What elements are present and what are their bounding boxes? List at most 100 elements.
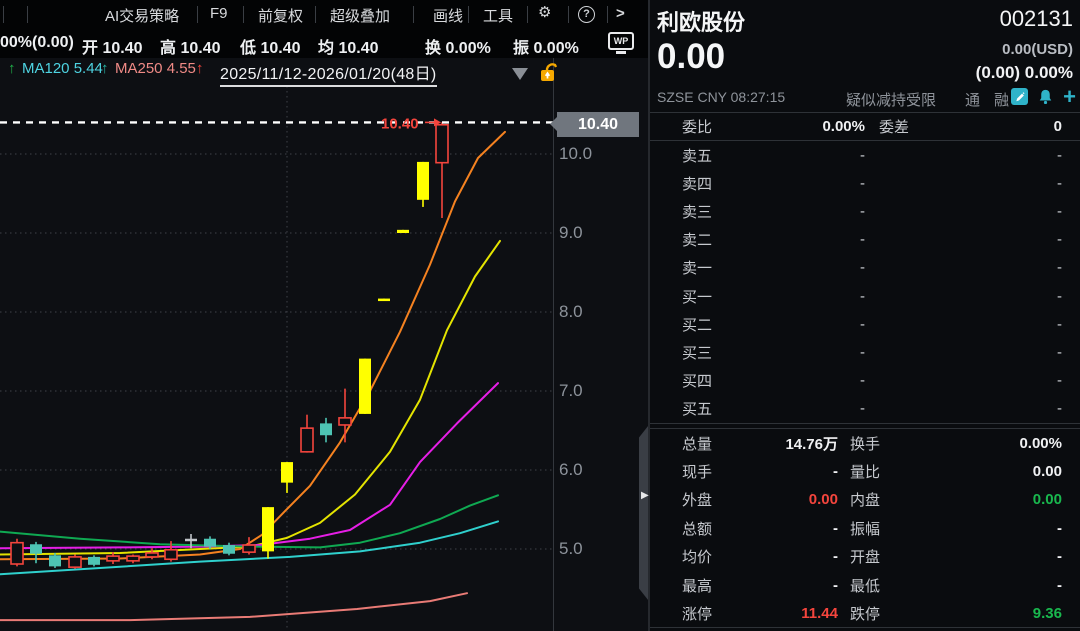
ask-row[interactable]: 卖三 - - [650, 197, 1080, 225]
tab-super-overlay[interactable]: 超级叠加 [330, 5, 390, 26]
weibi-label: 委比 [682, 116, 752, 137]
level-volume: - [865, 259, 1062, 276]
stat-row: 最高 - 最低 - [650, 571, 1080, 599]
restriction-tag: 疑似减持受限 [846, 89, 936, 110]
stat-row: 总量 14.76万 换手 0.00% [650, 429, 1080, 457]
y-axis-tick: 7.0 [559, 381, 583, 401]
stat-label: 总额 [682, 518, 752, 539]
weibi-row: 委比 0.00% 委差 0 [650, 112, 1080, 141]
bell-alert-icon[interactable] [1038, 89, 1053, 105]
weicha-value: 0 [909, 118, 1062, 135]
level-label: 卖二 [682, 229, 752, 250]
stat-value: - [920, 548, 1062, 565]
bid-row[interactable]: 买五 - - [650, 395, 1080, 423]
tab-forward-adjust[interactable]: 前复权 [258, 5, 303, 26]
ask-row[interactable]: 卖一 - - [650, 254, 1080, 282]
level-price: - [752, 231, 865, 248]
stat-row: 涨停 11.44 跌停 9.36 [650, 599, 1080, 627]
wp-monitor-icon[interactable]: WP [608, 32, 634, 50]
bid-row[interactable]: 买三 - - [650, 338, 1080, 366]
stat-value: 0.00% [920, 435, 1062, 452]
weicha-label: 委差 [879, 116, 909, 137]
stat-label: 现手 [682, 461, 752, 482]
gear-icon[interactable]: ⚙ [538, 3, 551, 21]
panel-expand-arrow-icon[interactable]: ▶ [641, 490, 649, 501]
tab-f9[interactable]: F9 [210, 5, 228, 22]
level-volume: - [865, 147, 1062, 164]
stat-label: 振幅 [850, 518, 920, 539]
stat-value: 9.36 [920, 605, 1062, 622]
level-label: 卖三 [682, 201, 752, 222]
add-plus-icon[interactable]: + [1063, 89, 1076, 105]
level-label: 卖四 [682, 173, 752, 194]
chevron-right-icon[interactable]: > [616, 5, 625, 22]
level-label: 买一 [682, 286, 752, 307]
help-icon[interactable]: ? [578, 6, 595, 23]
level-volume: - [865, 288, 1062, 305]
current-price-badge: 10.40 [557, 112, 639, 137]
candlestick-chart[interactable]: 10.40 [0, 58, 553, 631]
bid-row[interactable]: 买二 - - [650, 310, 1080, 338]
stat-value: - [752, 577, 838, 594]
level-price: - [752, 175, 865, 192]
quote-turnover: 换 0.00% [425, 34, 491, 58]
ask-levels: 卖五 - -卖四 - -卖三 - -卖二 - -卖一 - - [650, 141, 1080, 282]
level-label: 买三 [682, 342, 752, 363]
chart-section: AI交易策略 F9 前复权 超级叠加 画线 工具 ⚙ ? > 00%(0.00)… [0, 0, 648, 631]
stat-value: - [752, 520, 838, 537]
level-price: - [752, 316, 865, 333]
ma120-label: MA120 5.44 [22, 60, 103, 77]
ask-row[interactable]: 卖五 - - [650, 141, 1080, 169]
stat-label: 内盘 [850, 489, 920, 510]
level-price: - [752, 259, 865, 276]
trading-terminal: AI交易策略 F9 前复权 超级叠加 画线 工具 ⚙ ? > 00%(0.00)… [0, 0, 1080, 631]
stat-label: 跌停 [850, 603, 920, 624]
bid-row[interactable]: 买四 - - [650, 367, 1080, 395]
stat-value: 11.44 [752, 605, 838, 622]
trend-arrow-icon: ↑ [196, 60, 204, 77]
y-axis-tick: 10.0 [559, 144, 592, 164]
y-axis-tick: 8.0 [559, 302, 583, 322]
tab-tools[interactable]: 工具 [483, 5, 513, 26]
stock-code: 002131 [1000, 6, 1073, 32]
level-volume: - [865, 316, 1062, 333]
price-change: (0.00) 0.00% [976, 63, 1073, 83]
price-axis: 10.40 10.09.08.07.06.05.0 [553, 58, 648, 631]
dropdown-triangle-icon[interactable] [512, 68, 528, 80]
level-price: - [752, 147, 865, 164]
chart-toolbar: AI交易策略 F9 前复权 超级叠加 画线 工具 ⚙ ? > [0, 0, 648, 29]
quote-pct: 00%(0.00) [0, 34, 74, 52]
ask-row[interactable]: 卖二 - - [650, 226, 1080, 254]
usd-price: 0.00(USD) [1002, 41, 1073, 58]
ask-row[interactable]: 卖四 - - [650, 169, 1080, 197]
level-volume: - [865, 203, 1062, 220]
stats-grid: 总量 14.76万 换手 0.00%现手 - 量比 0.00外盘 0.00 内盘… [650, 428, 1080, 628]
ma120-trend-arrow-icon: ↑ [8, 60, 16, 77]
level-volume: - [865, 175, 1062, 192]
date-range-selector[interactable]: 2025/11/12-2026/01/20(48日) [220, 60, 437, 87]
level-price: - [752, 372, 865, 389]
stat-value: 0.00 [920, 491, 1062, 508]
level-price: - [752, 203, 865, 220]
stat-row: 现手 - 量比 0.00 [650, 457, 1080, 485]
level-volume: - [865, 231, 1062, 248]
stock-name: 利欧股份 [657, 5, 745, 37]
ma-legend-row: ↑ MA120 5.44 ↑ MA250 4.55 ↑ 2025/11/12-2… [0, 60, 648, 84]
exchange-time: SZSE CNY 08:27:15 [657, 89, 785, 105]
level-label: 卖五 [682, 145, 752, 166]
header-icons: + [1011, 88, 1076, 105]
edit-pencil-icon[interactable] [1011, 88, 1028, 105]
level-label: 买四 [682, 370, 752, 391]
level-price: - [752, 344, 865, 361]
stat-value: 0.00 [752, 491, 838, 508]
stat-label: 开盘 [850, 546, 920, 567]
stat-label: 换手 [850, 433, 920, 454]
tab-draw-line[interactable]: 画线 [433, 5, 463, 26]
level-volume: - [865, 400, 1062, 417]
stat-value: 14.76万 [752, 433, 838, 454]
bid-row[interactable]: 买一 - - [650, 282, 1080, 310]
stat-label: 均价 [682, 546, 752, 567]
level-volume: - [865, 344, 1062, 361]
tab-ai-strategy[interactable]: AI交易策略 [105, 5, 179, 26]
unlock-icon[interactable] [539, 61, 558, 84]
